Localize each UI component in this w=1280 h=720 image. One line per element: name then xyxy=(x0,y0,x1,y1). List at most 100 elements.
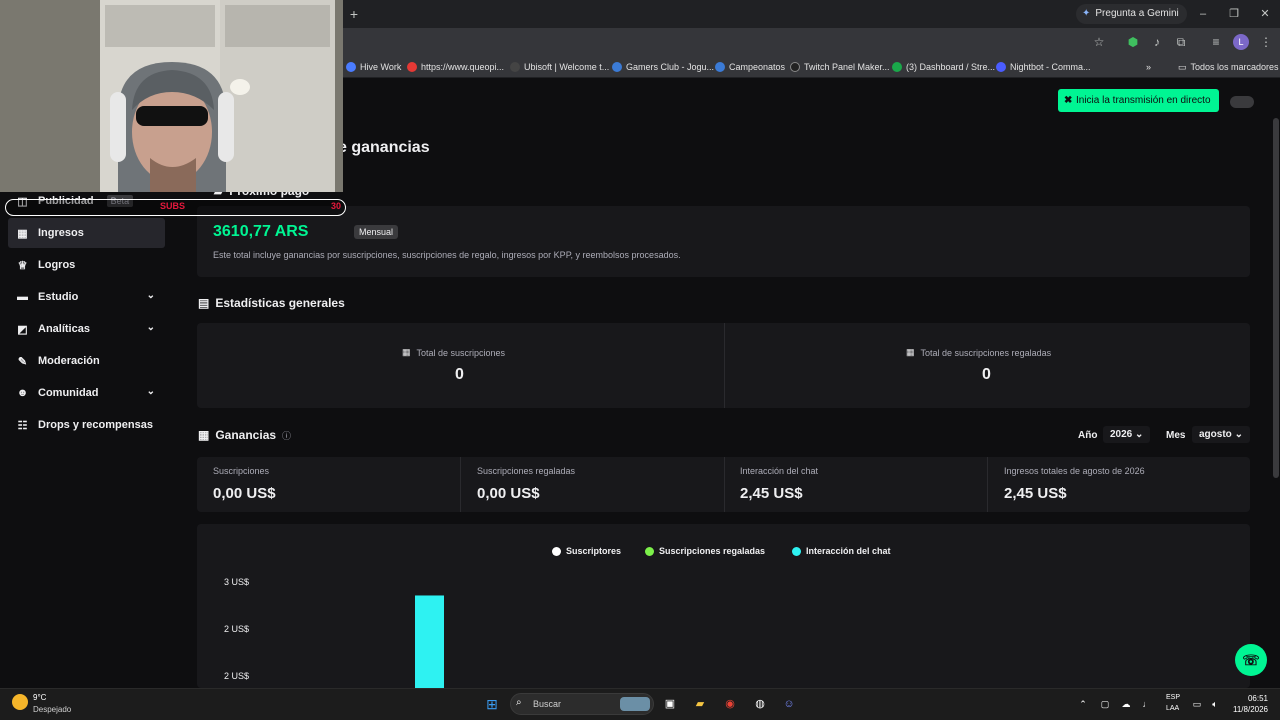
bookmark-item[interactable]: Nightbot - Comma... xyxy=(996,59,1091,75)
year-select[interactable]: 2026 ⌄ xyxy=(1103,426,1151,443)
extension-shield-icon[interactable]: ⬢ xyxy=(1125,34,1141,50)
chart-plot xyxy=(415,595,444,688)
bookmark-item[interactable]: Gamers Club - Jogu... xyxy=(612,59,714,75)
bookmarks-overflow-icon[interactable]: » xyxy=(1146,59,1151,75)
bar-chart-icon: ▦ xyxy=(198,428,210,442)
tray-app-icon[interactable]: ▢ xyxy=(1096,695,1114,713)
legend-item[interactable]: Interacción del chat xyxy=(792,546,891,556)
trophy-icon: ♕ xyxy=(17,259,28,272)
chevron-down-icon: ⌄ xyxy=(1135,429,1144,440)
sidebar-item-logros[interactable]: ♕ Logros xyxy=(8,250,165,280)
bookmark-star-icon[interactable]: ☆ xyxy=(1091,34,1107,50)
video-icon: ▬ xyxy=(17,291,28,303)
bookmark-favicon-icon xyxy=(715,62,725,72)
bookmark-favicon-icon xyxy=(407,62,417,72)
earning-value: 2,45 US$ xyxy=(740,485,803,502)
sidebar-item-estudio[interactable]: ▬ Estudio ⌄ xyxy=(8,282,165,312)
chart-bar[interactable] xyxy=(415,595,444,688)
earning-label: Suscripciones regaladas xyxy=(477,466,576,476)
sidebar-item-analiticas[interactable]: ◩ Analíticas ⌄ xyxy=(8,314,165,344)
chevron-down-icon: ⌄ xyxy=(146,386,155,397)
bookmark-favicon-icon xyxy=(790,62,800,72)
divider xyxy=(724,323,725,408)
clock-date: 11/8/2026 xyxy=(1233,705,1268,714)
extension-tiktok-icon[interactable]: ♪ xyxy=(1149,34,1165,50)
divider xyxy=(460,457,461,512)
chrome-icon[interactable]: ◉ xyxy=(721,695,739,713)
earning-label: Ingresos totales de agosto de 2026 xyxy=(1004,466,1145,476)
tray-overflow-icon[interactable]: ⌃ xyxy=(1074,695,1092,713)
info-icon[interactable]: ⓘ xyxy=(282,429,291,442)
earning-label: Suscripciones xyxy=(213,466,270,476)
user-avatar[interactable] xyxy=(1230,96,1254,108)
divider xyxy=(724,457,725,512)
extensions-puzzle-icon[interactable]: ⧉ xyxy=(1173,34,1189,50)
period-badge: Mensual xyxy=(354,225,399,239)
next-payment-card xyxy=(197,206,1250,277)
bookmark-favicon-icon xyxy=(892,62,902,72)
gemini-label: Pregunta a Gemini xyxy=(1095,8,1179,19)
start-windows-icon[interactable]: ⊞ xyxy=(483,695,501,713)
search-highlight-image xyxy=(620,697,650,711)
earning-value: 2,45 US$ xyxy=(1004,485,1067,502)
chevron-down-icon: ⌄ xyxy=(146,290,155,301)
sidebar-item-ingresos[interactable]: ▦ Ingresos xyxy=(8,218,165,248)
chevron-down-icon: ⌄ xyxy=(1234,429,1243,440)
bookmark-item[interactable]: Hive Work xyxy=(346,59,401,75)
weather-temp: 9°C xyxy=(33,693,47,702)
onedrive-icon[interactable]: ☁ xyxy=(1117,695,1135,713)
all-bookmarks-folder[interactable]: ▭ Todos los marcadores xyxy=(1178,59,1279,75)
obs-icon[interactable]: ◍ xyxy=(751,695,769,713)
keyboard-layout: LAA xyxy=(1166,705,1180,712)
bar-chart-icon: ▦ xyxy=(906,347,915,357)
wrench-icon: ✎ xyxy=(17,355,28,368)
bookmark-item[interactable]: Campeonatos xyxy=(715,59,785,75)
search-placeholder: Buscar xyxy=(533,699,562,709)
bookmark-favicon-icon xyxy=(510,62,520,72)
gemini-button[interactable]: ✦ Pregunta a Gemini xyxy=(1076,4,1187,24)
webcam-image xyxy=(0,0,343,192)
close-window-button[interactable]: ✕ xyxy=(1256,5,1274,23)
media-controls-icon[interactable]: ≡ xyxy=(1208,34,1224,50)
support-chat-button[interactable]: ☏ xyxy=(1235,644,1267,676)
subs-goal-label: SUBS xyxy=(160,201,186,211)
folder-icon: ▭ xyxy=(1178,62,1187,72)
search-icon: ⌕ xyxy=(516,697,522,708)
network-icon[interactable]: ▭ xyxy=(1188,695,1206,713)
payment-note: Este total incluye ganancias por suscrip… xyxy=(213,250,681,260)
file-explorer-icon[interactable]: ▰ xyxy=(691,695,709,713)
clock-time[interactable]: 06:51 xyxy=(1230,694,1268,703)
browser-menu-icon[interactable]: ⋮ xyxy=(1258,34,1274,50)
page-scrollbar[interactable] xyxy=(1273,118,1279,478)
stat-value: 0 xyxy=(982,366,991,383)
weather-icon[interactable] xyxy=(12,694,28,710)
legend-item[interactable]: Suscripciones regaladas xyxy=(645,546,765,556)
new-tab-button[interactable]: + xyxy=(346,6,362,22)
task-view-icon[interactable]: ▣ xyxy=(661,695,679,713)
bar-chart-icon: ▦ xyxy=(402,347,411,357)
maximize-button[interactable]: ❐ xyxy=(1225,5,1243,23)
language-indicator[interactable]: ESP xyxy=(1166,694,1180,701)
bookmark-item[interactable]: https://www.queopi... xyxy=(407,59,504,75)
stat-value: 0 xyxy=(455,366,464,383)
month-select[interactable]: agosto ⌄ xyxy=(1192,426,1250,443)
earning-value: 0,00 US$ xyxy=(213,485,276,502)
microphone-icon[interactable]: ♩ xyxy=(1138,695,1156,713)
bookmark-item[interactable]: Ubisoft | Welcome t... xyxy=(510,59,609,75)
sidebar-item-drops[interactable]: ☷ Drops y recompensas xyxy=(8,410,165,440)
sidebar-item-comunidad[interactable]: ☻ Comunidad ⌄ xyxy=(8,378,165,408)
payment-amount: 3610,77 ARS xyxy=(213,223,309,240)
go-live-button[interactable]: ✖ Inicia la transmisión en directo xyxy=(1058,89,1219,112)
sidebar-item-moderacion[interactable]: ✎ Moderación xyxy=(8,346,165,376)
profile-avatar[interactable]: L xyxy=(1233,34,1249,50)
legend-item[interactable]: Suscriptores xyxy=(552,546,621,556)
discord-icon[interactable]: ☺ xyxy=(780,695,798,713)
webcam-overlay xyxy=(0,0,343,192)
bookmark-item[interactable]: (3) Dashboard / Stre... xyxy=(892,59,995,75)
bookmark-item[interactable]: Twitch Panel Maker... xyxy=(790,59,890,75)
subs-goal-count: 30 xyxy=(331,201,342,211)
legend-dot xyxy=(552,546,561,556)
chevron-down-icon: ⌄ xyxy=(146,322,155,333)
minimize-button[interactable]: – xyxy=(1194,5,1212,23)
stats-title: ▤ Estadísticas generales xyxy=(198,296,345,310)
